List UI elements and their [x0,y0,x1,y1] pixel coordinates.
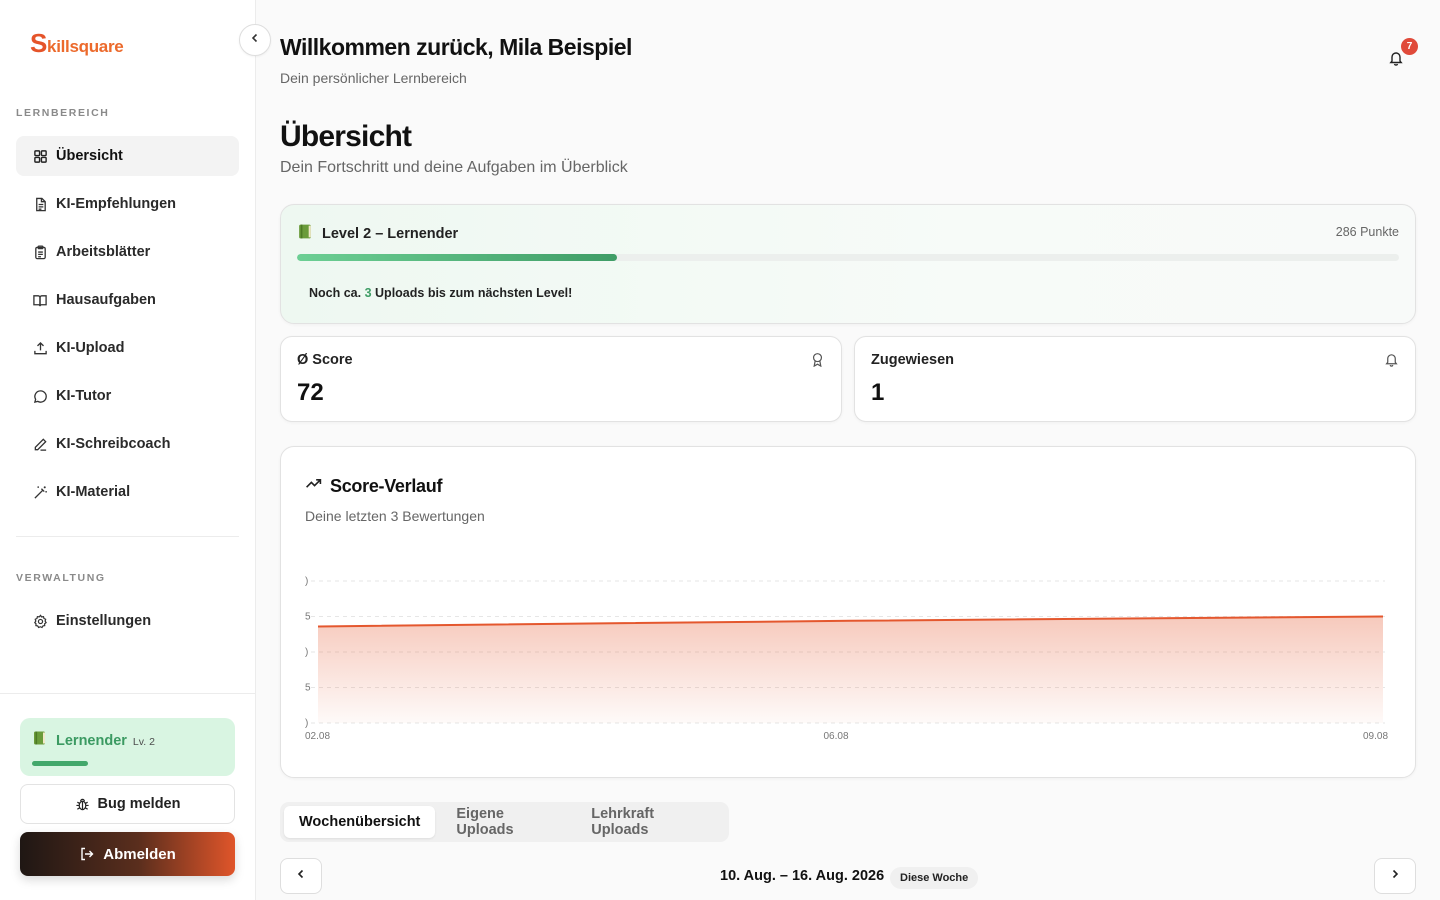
sidebar-item-label: Hausaufgaben [56,292,156,308]
tab-wochenuebersicht[interactable]: Wochenübersicht [284,806,436,838]
award-icon [810,352,825,367]
assigned-value: 1 [871,379,885,406]
level-title: Level 2 – Lernender [322,225,459,242]
wand-icon [32,484,48,500]
sidebar-item-ki-schreibcoach[interactable]: KI-Schreibcoach [16,424,239,464]
bell-icon [1384,352,1399,367]
bug-icon [75,797,90,812]
score-label: Ø Score [297,352,353,368]
score-stat-card: Ø Score 72 [280,336,842,422]
pen-icon [32,436,48,452]
logout-label: Abmelden [103,845,176,863]
level-points: 286 Punkte [1335,225,1399,239]
chart-subtitle: Deine letzten 3 Bewertungen [305,508,485,524]
assigned-label: Zugewiesen [871,352,954,368]
score-history-card: ) 5) 5) 02.08 06.08 09.08 Score-Verlauf Deine… [280,446,1416,778]
assigned-stat-card: Zugewiesen 1 [854,336,1416,422]
sidebar-footer-divider [0,693,256,694]
sidebar-item-label: KI-Material [56,484,131,500]
sidebar-item-ki-upload[interactable]: KI-Upload [16,328,239,368]
bug-report-label: Bug melden [97,796,181,812]
next-week-button[interactable] [1374,858,1416,894]
x-tick-label: 09.08 [1363,731,1388,742]
sidebar-item-ki-material[interactable]: KI-Material [16,472,239,512]
series-area [318,616,1383,723]
level-mini-progress [32,761,88,766]
chevron-left-icon [295,867,307,885]
sidebar-level-card[interactable]: Lernender Lv. 2 [20,718,235,776]
sidebar-item-label: Übersicht [56,148,123,164]
trending-up-icon [305,475,322,497]
level-hint-suffix: Uploads bis zum nächsten Level! [375,286,573,300]
logout-button[interactable]: Abmelden [20,832,235,876]
score-history-chart: ) 5) 5) 02.08 06.08 09.08 [305,576,1388,742]
book-emoji-icon [32,730,48,751]
welcome-subtitle: Dein persönlicher Lernbereich [280,70,467,86]
level-hint-prefix: Noch ca. [309,286,362,300]
tab-eigene-uploads[interactable]: Eigene Uploads [441,806,570,838]
tab-lehrkraft-uploads[interactable]: Lehrkraft Uploads [576,806,719,838]
level-progress-card: Level 2 – Lernender 286 Punkte Noch ca. … [280,204,1416,324]
chat-icon [32,388,48,404]
level-hint-count: 3 [364,286,372,300]
gear-icon [32,613,48,629]
y-tick-label: ) [305,718,308,729]
chevron-left-icon [249,31,261,49]
y-tick-label: 5 [305,683,311,694]
data-point[interactable] [315,623,321,629]
sidebar-divider [16,536,239,537]
page-subtitle: Dein Fortschritt und deine Aufgaben im Ü… [280,159,628,176]
upload-tabs: Wochenübersicht Eigene Uploads Lehrkraft… [280,802,729,842]
grid-icon [32,148,48,164]
section-label-admin: VERWALTUNG [16,572,106,584]
sidebar-item-ki-tutor[interactable]: KI-Tutor [16,376,239,416]
book-emoji-icon [297,223,314,244]
notification-button[interactable] [1386,50,1406,70]
x-tick-label: 02.08 [305,731,330,742]
y-tick-label: ) [305,576,308,587]
week-range: 10. Aug. – 16. Aug. 2026 [720,868,885,884]
y-tick-label: ) [305,647,308,658]
y-tick-label: 5 [305,612,311,623]
sidebar-item-uebersicht[interactable]: Übersicht [16,136,239,176]
bell-icon [1388,50,1404,71]
sidebar-item-label: Arbeitsblätter [56,244,151,260]
score-value: 72 [297,379,324,406]
document-icon [32,196,48,212]
sidebar-item-label: KI-Upload [56,340,125,356]
level-name: Lernender [56,732,127,749]
sidebar-item-label: KI-Schreibcoach [56,436,171,452]
logout-icon [79,846,95,862]
logo[interactable]: Skillsquare [30,28,124,59]
section-label-learning: LERNBEREICH [16,107,110,119]
sidebar-item-ki-empfehlungen[interactable]: KI-Empfehlungen [16,184,239,224]
level-hint: Noch ca. 3 Uploads bis zum nächsten Leve… [309,286,572,300]
level-number: Lv. 2 [132,735,155,748]
sidebar-item-label: KI-Empfehlungen [56,196,177,212]
level-progress-fill [297,254,617,261]
chevron-right-icon [1389,867,1401,885]
book-icon [32,292,48,308]
sidebar-item-label: KI-Tutor [56,388,112,404]
level-progress-bar [297,254,1399,261]
bug-report-button[interactable]: Bug melden [20,784,235,824]
chart-title: Score-Verlauf [330,475,443,496]
current-week-chip: Diese Woche [890,867,979,889]
sidebar-item-hausaufgaben[interactable]: Hausaufgaben [16,280,239,320]
upload-icon [32,340,48,356]
sidebar-collapse-button[interactable] [239,24,271,56]
page-title: Übersicht [280,120,412,153]
previous-week-button[interactable] [280,858,322,894]
clipboard-icon [32,244,48,260]
data-point[interactable] [848,618,854,624]
sidebar-item-einstellungen[interactable]: Einstellungen [16,601,239,641]
data-point[interactable] [1380,614,1386,620]
sidebar: Skillsquare LERNBEREICH Übersicht KI-Emp… [0,0,256,900]
notification-badge: 7 [1401,38,1418,55]
sidebar-item-label: Einstellungen [56,613,152,629]
sidebar-item-arbeitsblaetter[interactable]: Arbeitsblätter [16,232,239,272]
x-tick-label: 06.08 [823,731,848,742]
welcome-heading: Willkommen zurück, Mila Beispiel [280,34,632,60]
